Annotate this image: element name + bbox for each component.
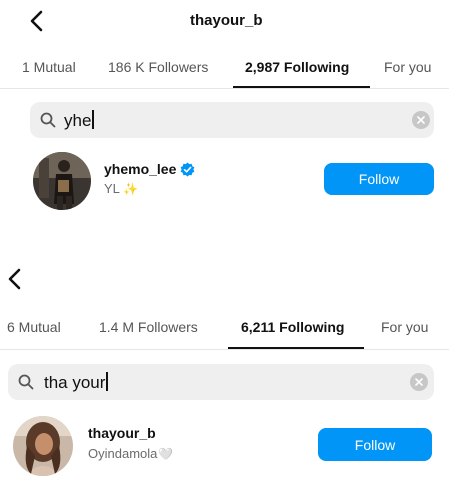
avatar-image xyxy=(13,416,73,476)
search-input[interactable]: tha your xyxy=(44,372,108,393)
sparkles-icon: ✨ xyxy=(123,182,138,196)
tab-mutual[interactable]: 1 Mutual xyxy=(22,59,76,75)
search-bar[interactable]: tha your xyxy=(8,364,434,400)
avatar[interactable] xyxy=(33,152,91,210)
tab-followers[interactable]: 1.4 M Followers xyxy=(99,319,198,335)
back-arrow-icon[interactable] xyxy=(0,264,30,294)
tab-followers[interactable]: 186 K Followers xyxy=(108,59,208,75)
clear-search-button[interactable] xyxy=(410,373,428,391)
result-full-name: YL ✨ xyxy=(104,181,138,196)
verified-badge-icon xyxy=(181,162,195,177)
clear-icon xyxy=(415,378,423,386)
tab-for-you[interactable]: For you xyxy=(384,59,431,75)
follow-button[interactable]: Follow xyxy=(318,428,432,461)
tab-divider xyxy=(0,349,449,350)
search-icon xyxy=(40,112,56,128)
avatar-image xyxy=(33,152,91,210)
text-cursor xyxy=(106,372,108,391)
tab-following[interactable]: 2,987 Following xyxy=(245,59,349,75)
search-input[interactable]: yhe xyxy=(64,110,94,131)
text-cursor xyxy=(92,110,94,129)
full-name-text: YL xyxy=(104,181,120,196)
tab-mutual[interactable]: 6 Mutual xyxy=(7,319,61,335)
following-screen-bottom: 6 Mutual 1.4 M Followers 6,211 Following… xyxy=(0,258,449,500)
username-text: yhemo_lee xyxy=(104,161,177,177)
result-username[interactable]: thayour_b xyxy=(88,425,156,441)
result-username[interactable]: yhemo_lee xyxy=(104,161,195,177)
white-heart-icon: 🤍 xyxy=(158,447,174,461)
search-query-text: tha your xyxy=(44,373,106,392)
search-icon xyxy=(18,374,34,390)
search-query-text: yhe xyxy=(64,111,92,130)
profile-title: thayour_b xyxy=(190,12,263,29)
tab-divider xyxy=(0,88,449,89)
follow-button[interactable]: Follow xyxy=(324,163,434,195)
clear-icon xyxy=(417,116,425,124)
result-full-name: Oyindamola🤍 xyxy=(88,446,173,461)
back-arrow-icon[interactable] xyxy=(22,6,52,36)
username-text: thayour_b xyxy=(88,425,156,441)
tab-bar: 1 Mutual 186 K Followers 2,987 Following… xyxy=(0,56,449,88)
avatar[interactable] xyxy=(13,416,73,476)
full-name-text: Oyindamola xyxy=(88,446,158,461)
tab-following[interactable]: 6,211 Following xyxy=(241,319,344,335)
search-bar[interactable]: yhe xyxy=(30,102,434,138)
clear-search-button[interactable] xyxy=(412,111,430,129)
tab-for-you[interactable]: For you xyxy=(381,319,428,335)
following-screen-top: thayour_b 1 Mutual 186 K Followers 2,987… xyxy=(0,0,449,232)
tab-bar: 6 Mutual 1.4 M Followers 6,211 Following… xyxy=(0,316,449,349)
